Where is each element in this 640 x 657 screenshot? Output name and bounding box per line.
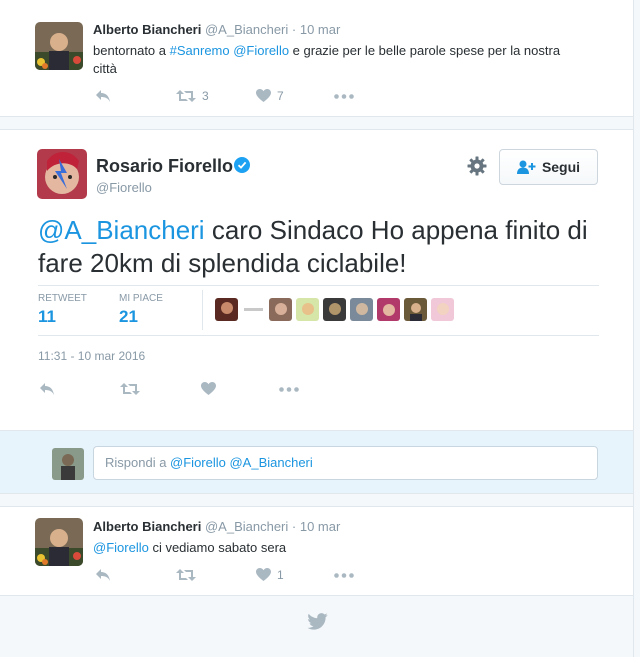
follow-user-icon	[516, 160, 536, 174]
current-user-avatar[interactable]	[52, 448, 84, 480]
reply-input[interactable]: Rispondi a @Fiorello @A_Biancheri	[93, 446, 598, 480]
gear-icon	[467, 156, 487, 176]
retweet-button[interactable]: 3	[176, 89, 209, 103]
tweet-text: bentornato a #Sanremo @Fiorello e grazie…	[93, 43, 561, 76]
author-name[interactable]: Rosario Fiorello	[96, 156, 233, 177]
avatar-alberto[interactable]	[35, 518, 83, 566]
like-count: 7	[277, 89, 284, 103]
like-stats[interactable]: MI PIACE 21	[119, 293, 163, 327]
reply-icon	[96, 90, 110, 102]
reply-icon	[40, 383, 54, 395]
tweet-reply-above[interactable]: Alberto Biancheri @A_Biancheri · 10 mar …	[0, 0, 633, 117]
heart-icon	[256, 89, 271, 102]
liker-avatar[interactable]	[404, 298, 427, 321]
like-button[interactable]: 1	[256, 568, 284, 582]
mention-link[interactable]: @Fiorello	[93, 540, 149, 555]
divider	[38, 335, 599, 336]
mention-link[interactable]: @Fiorello	[233, 43, 289, 58]
avatar-alberto[interactable]	[35, 22, 83, 70]
retweet-stat-label: RETWEET	[38, 293, 87, 304]
more-button[interactable]	[279, 387, 299, 392]
retweet-icon	[176, 569, 196, 581]
scroll-rail	[633, 0, 640, 657]
like-stat-label: MI PIACE	[119, 293, 163, 304]
verified-badge-icon	[234, 157, 250, 178]
liker-avatar[interactable]	[431, 298, 454, 321]
more-icon	[334, 573, 354, 578]
retweet-stats[interactable]: RETWEET 11	[38, 293, 87, 327]
mention-link[interactable]: @A_Biancheri	[38, 215, 205, 245]
settings-button[interactable]	[467, 156, 487, 181]
more-button[interactable]	[334, 94, 354, 99]
tweet-text: @A_Biancheri caro Sindaco Ho appena fini…	[38, 215, 588, 278]
more-icon	[334, 94, 354, 99]
reply-icon	[96, 569, 110, 581]
retweet-stat-count: 11	[38, 307, 56, 326]
like-stat-count: 21	[119, 307, 138, 326]
retweet-button[interactable]	[176, 568, 196, 582]
author-handle[interactable]: @A_Biancheri	[205, 22, 288, 37]
heart-icon	[256, 568, 271, 581]
like-button[interactable]	[201, 382, 216, 396]
hashtag-link[interactable]: #Sanremo	[170, 43, 230, 58]
follow-button[interactable]: Segui	[499, 149, 598, 185]
tweet-timestamp[interactable]: 11:31 - 10 mar 2016	[38, 349, 145, 363]
main-tweet: Rosario Fiorello @Fiorello Segui @A_Bian…	[0, 129, 633, 430]
heart-icon	[201, 382, 216, 395]
liker-avatar[interactable]	[215, 298, 238, 321]
liker-avatar[interactable]	[323, 298, 346, 321]
twitter-bird-icon	[307, 613, 328, 635]
retweet-icon	[120, 383, 140, 395]
author-handle[interactable]: @Fiorello	[96, 180, 152, 195]
reply-button[interactable]	[95, 89, 111, 103]
retweet-count: 3	[202, 89, 209, 103]
follow-label: Segui	[541, 159, 581, 175]
footer	[0, 596, 633, 657]
tweet-reply-below[interactable]: Alberto Biancheri @A_Biancheri · 10 mar …	[0, 506, 633, 596]
reply-box-area: Rispondi a @Fiorello @A_Biancheri	[0, 430, 633, 494]
liker-avatar[interactable]	[242, 298, 265, 321]
liker-avatar[interactable]	[350, 298, 373, 321]
like-count: 1	[277, 568, 284, 582]
liker-avatar[interactable]	[377, 298, 400, 321]
reply-button[interactable]	[95, 568, 111, 582]
author-name[interactable]: Alberto Biancheri	[93, 22, 201, 37]
avatar-fiorello[interactable]	[37, 149, 87, 199]
author-handle[interactable]: @A_Biancheri	[205, 519, 288, 534]
tweet-text: @Fiorello ci vediamo sabato sera	[93, 540, 287, 555]
stats-divider	[202, 290, 203, 330]
tweet-time[interactable]: · 10 mar	[292, 519, 340, 534]
more-icon	[279, 387, 299, 392]
reply-button[interactable]	[39, 382, 55, 396]
reply-mentions: @Fiorello @A_Biancheri	[170, 455, 313, 470]
retweet-icon	[176, 90, 196, 102]
liker-avatars	[215, 298, 454, 321]
author-name[interactable]: Alberto Biancheri	[93, 519, 201, 534]
more-button[interactable]	[334, 573, 354, 578]
like-button[interactable]: 7	[256, 89, 284, 103]
retweet-button[interactable]	[120, 382, 140, 396]
liker-avatar[interactable]	[269, 298, 292, 321]
liker-avatar[interactable]	[296, 298, 319, 321]
tweet-time[interactable]: · 10 mar	[292, 22, 340, 37]
divider	[38, 285, 599, 286]
